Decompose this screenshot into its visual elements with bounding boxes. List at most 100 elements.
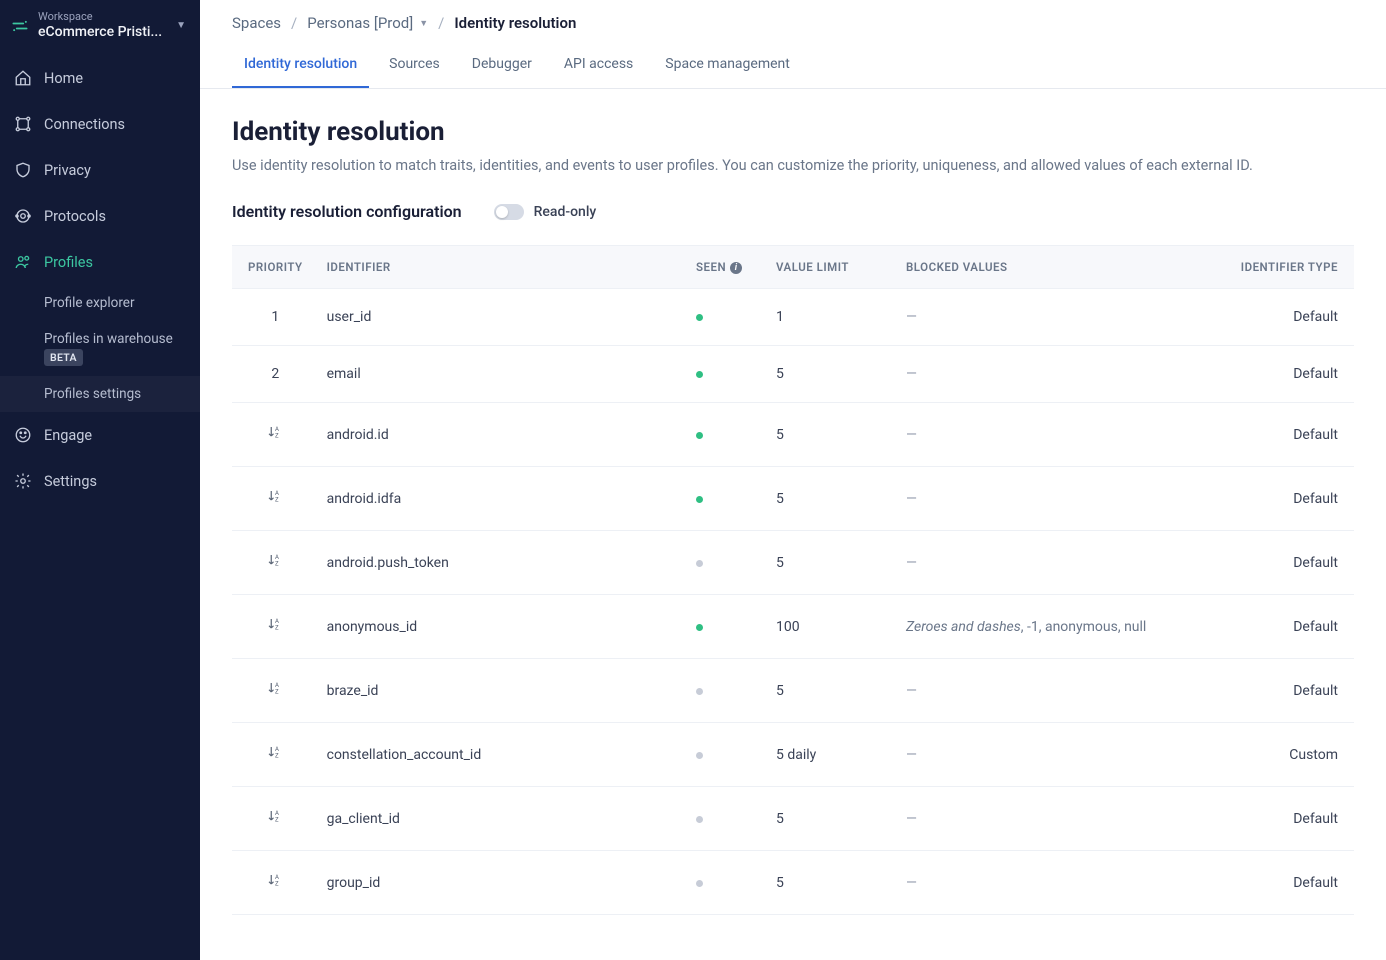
- cell-seen: [684, 467, 764, 531]
- tab-identity-resolution[interactable]: Identity resolution: [232, 46, 369, 88]
- cell-blocked: —: [894, 346, 1214, 403]
- tab-api-access[interactable]: API access: [552, 46, 645, 88]
- nav-label: Settings: [44, 473, 97, 490]
- sort-az-icon[interactable]: AZ: [265, 871, 285, 891]
- tab-debugger[interactable]: Debugger: [460, 46, 544, 88]
- subnav-profile-explorer[interactable]: Profile explorer: [44, 285, 200, 321]
- sort-az-icon[interactable]: AZ: [265, 743, 285, 763]
- th-seen[interactable]: SEENi: [684, 246, 764, 289]
- seen-dot-icon: [696, 560, 703, 567]
- subnav-label: Profiles in warehouse: [44, 331, 173, 347]
- nav-label: Profiles: [44, 254, 93, 271]
- th-value-limit[interactable]: VALUE LIMIT: [764, 246, 894, 289]
- cell-seen: [684, 289, 764, 346]
- engage-icon: [14, 426, 32, 444]
- sort-az-icon[interactable]: AZ: [265, 807, 285, 827]
- table-row[interactable]: AZanonymous_id100Zeroes and dashes, -1, …: [232, 595, 1354, 659]
- table-row[interactable]: 2email5—Default: [232, 346, 1354, 403]
- cell-value-limit: 5 daily: [764, 723, 894, 787]
- th-blocked[interactable]: BLOCKED VALUES: [894, 246, 1214, 289]
- cell-type: Default: [1214, 595, 1354, 659]
- cell-priority: AZ: [232, 787, 315, 851]
- cell-value-limit: 5: [764, 403, 894, 467]
- svg-text:A: A: [275, 426, 279, 433]
- svg-text:A: A: [275, 554, 279, 561]
- cell-priority: AZ: [232, 723, 315, 787]
- table-header-row: PRIORITY IDENTIFIER SEENi VALUE LIMIT BL…: [232, 246, 1354, 289]
- subnav-profiles-settings[interactable]: Profiles settings: [0, 376, 200, 412]
- cell-identifier: anonymous_id: [315, 595, 684, 659]
- cell-value-limit: 5: [764, 787, 894, 851]
- svg-text:Z: Z: [275, 689, 279, 696]
- seen-dot-icon: [696, 432, 703, 439]
- cell-seen: [684, 346, 764, 403]
- cell-priority: 2: [232, 346, 315, 403]
- table-row[interactable]: AZconstellation_account_id5 daily—Custom: [232, 723, 1354, 787]
- nav-label: Protocols: [44, 208, 106, 225]
- nav-connections[interactable]: Connections: [0, 101, 200, 147]
- breadcrumb-spaces[interactable]: Spaces: [232, 14, 281, 32]
- subnav-profiles-warehouse[interactable]: Profiles in warehouse BETA: [44, 321, 200, 376]
- nav-label: Privacy: [44, 162, 91, 179]
- table-row[interactable]: AZga_client_id5—Default: [232, 787, 1354, 851]
- cell-identifier: group_id: [315, 851, 684, 915]
- workspace-label: Workspace: [38, 10, 168, 23]
- nav-label: Connections: [44, 116, 125, 133]
- nav-home[interactable]: Home: [0, 55, 200, 101]
- workspace-picker[interactable]: Workspace eCommerce Pristi... ▼: [0, 0, 200, 55]
- cell-priority: AZ: [232, 531, 315, 595]
- cell-priority: AZ: [232, 851, 315, 915]
- svg-text:Z: Z: [275, 433, 279, 440]
- breadcrumb-sep: /: [438, 14, 444, 32]
- sort-az-icon[interactable]: AZ: [265, 615, 285, 635]
- sort-az-icon[interactable]: AZ: [265, 679, 285, 699]
- main: Spaces / Personas [Prod] ▼ / Identity re…: [200, 0, 1386, 960]
- tab-space-management[interactable]: Space management: [653, 46, 802, 88]
- table-row[interactable]: 1user_id1—Default: [232, 289, 1354, 346]
- subnav-label: Profiles settings: [44, 386, 141, 402]
- nav-profiles[interactable]: Profiles: [0, 239, 200, 285]
- svg-text:Z: Z: [275, 625, 279, 632]
- sort-az-icon[interactable]: AZ: [265, 423, 285, 443]
- table-row[interactable]: AZbraze_id5—Default: [232, 659, 1354, 723]
- svg-text:Z: Z: [275, 753, 279, 760]
- seen-dot-icon: [696, 371, 703, 378]
- cell-type: Default: [1214, 289, 1354, 346]
- cell-blocked: —: [894, 403, 1214, 467]
- info-icon: i: [730, 262, 742, 274]
- tab-sources[interactable]: Sources: [377, 46, 452, 88]
- nav-protocols[interactable]: Protocols: [0, 193, 200, 239]
- identifiers-table: PRIORITY IDENTIFIER SEENi VALUE LIMIT BL…: [232, 245, 1354, 915]
- chevron-down-icon: ▼: [419, 18, 428, 29]
- profiles-subnav: Profile explorer Profiles in warehouse B…: [0, 285, 200, 412]
- th-type[interactable]: IDENTIFIER TYPE: [1214, 246, 1354, 289]
- config-label: Identity resolution configuration: [232, 202, 462, 221]
- nav-privacy[interactable]: Privacy: [0, 147, 200, 193]
- cell-value-limit: 5: [764, 467, 894, 531]
- th-identifier[interactable]: IDENTIFIER: [315, 246, 684, 289]
- sort-az-icon[interactable]: AZ: [265, 487, 285, 507]
- readonly-toggle[interactable]: [494, 204, 524, 220]
- cell-identifier: android.id: [315, 403, 684, 467]
- page-title: Identity resolution: [232, 117, 1354, 147]
- th-priority[interactable]: PRIORITY: [232, 246, 315, 289]
- table-row[interactable]: AZgroup_id5—Default: [232, 851, 1354, 915]
- nav-engage[interactable]: Engage: [0, 412, 200, 458]
- svg-text:Z: Z: [275, 497, 279, 504]
- cell-priority: AZ: [232, 467, 315, 531]
- table-row[interactable]: AZandroid.push_token5—Default: [232, 531, 1354, 595]
- breadcrumb-space-dropdown[interactable]: Personas [Prod] ▼: [307, 14, 428, 32]
- nav-settings[interactable]: Settings: [0, 458, 200, 504]
- connections-icon: [14, 115, 32, 133]
- cell-blocked: —: [894, 851, 1214, 915]
- cell-blocked: —: [894, 531, 1214, 595]
- breadcrumb-current: Identity resolution: [454, 14, 576, 32]
- seen-dot-icon: [696, 624, 703, 631]
- table-row[interactable]: AZandroid.id5—Default: [232, 403, 1354, 467]
- table-row[interactable]: AZandroid.idfa5—Default: [232, 467, 1354, 531]
- cell-seen: [684, 531, 764, 595]
- sort-az-icon[interactable]: AZ: [265, 551, 285, 571]
- cell-type: Custom: [1214, 723, 1354, 787]
- cell-seen: [684, 595, 764, 659]
- cell-value-limit: 5: [764, 851, 894, 915]
